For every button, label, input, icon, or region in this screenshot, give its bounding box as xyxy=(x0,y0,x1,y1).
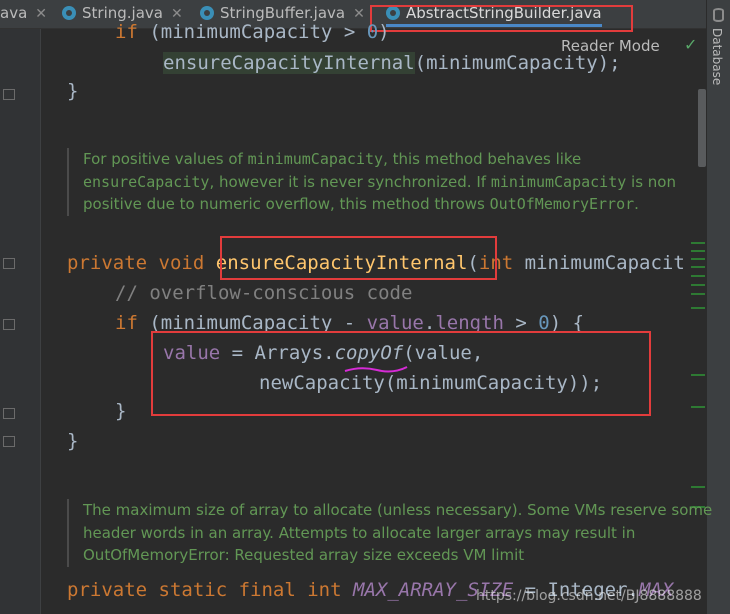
keyword: private xyxy=(67,252,148,274)
code-text: ( xyxy=(467,252,479,274)
code-text: (value, xyxy=(403,342,484,364)
doc-text: , this method behaves like xyxy=(383,150,582,168)
doc-code: ensureCapacity xyxy=(83,172,210,191)
field: value xyxy=(163,342,221,364)
code-line-if-overflow[interactable]: if (minimumCapacity - value.length > 0) … xyxy=(115,308,584,338)
code-line-close-if[interactable]: } xyxy=(115,396,126,426)
keyword: private static final xyxy=(67,579,296,601)
active-tab-underline xyxy=(386,24,602,27)
fold-icon[interactable] xyxy=(3,258,15,269)
code-text: ( xyxy=(137,21,161,43)
stripe-mark[interactable] xyxy=(691,284,705,286)
code-line-if[interactable]: if (minimumCapacity > 0) xyxy=(115,17,390,47)
editor-gutter xyxy=(0,29,41,614)
code-line-call[interactable]: ensureCapacityInternal(minimumCapacity); xyxy=(163,48,621,78)
fold-icon[interactable] xyxy=(3,436,15,447)
doc-code: minimumCapacity xyxy=(490,172,627,191)
keyword: void xyxy=(158,252,205,274)
watermark: https://blog.csdn.net/BJ8888888 xyxy=(476,588,702,604)
field: value xyxy=(366,312,424,334)
method-name: ensureCapacityInternal xyxy=(215,252,468,274)
stripe-mark[interactable] xyxy=(691,486,705,488)
stripe-mark[interactable] xyxy=(691,307,705,309)
database-icon[interactable] xyxy=(713,8,724,22)
keyword: if xyxy=(115,312,138,334)
database-tool-button[interactable]: Database xyxy=(710,28,724,85)
code-text: minimumCapacit xyxy=(513,252,685,274)
fold-icon[interactable] xyxy=(3,89,15,100)
stripe-mark[interactable] xyxy=(691,406,705,408)
class-icon xyxy=(62,6,76,20)
doc-text: . xyxy=(634,195,639,213)
code-line-assign-cont[interactable]: newCapacity(minimumCapacity)); xyxy=(259,368,602,398)
tab-abstractstringbuilder-java[interactable]: AbstractStringBuilder.java xyxy=(386,0,602,28)
code-text: (minimumCapacity - xyxy=(137,312,367,334)
keyword: if xyxy=(115,21,138,43)
code-text: . xyxy=(423,312,436,334)
code-line-signature[interactable]: private void ensureCapacityInternal(int … xyxy=(67,248,685,278)
stripe-mark[interactable] xyxy=(691,250,705,252)
doc-text: , however it is never synchronized. If xyxy=(209,172,491,191)
number-literal: 0 xyxy=(538,312,550,334)
method-call: ensureCapacityInternal xyxy=(163,52,415,74)
javadoc-rendered: The maximum size of array to allocate (u… xyxy=(67,499,713,567)
doc-code: minimumCapacity xyxy=(247,150,384,168)
fold-icon[interactable] xyxy=(3,319,15,330)
stripe-mark[interactable] xyxy=(691,275,705,277)
check-icon[interactable]: ✓ xyxy=(684,35,697,54)
code-text: = Arrays. xyxy=(220,342,335,364)
code-line-close-brace[interactable]: } xyxy=(67,76,78,106)
code-text: > xyxy=(332,21,367,43)
close-icon[interactable]: ✕ xyxy=(35,6,47,22)
field: length xyxy=(435,312,504,334)
code-text: (minimumCapacity); xyxy=(414,52,621,74)
fold-icon[interactable] xyxy=(3,408,15,419)
stripe-mark[interactable] xyxy=(691,374,705,376)
stripe-mark[interactable] xyxy=(691,242,705,244)
keyword: int xyxy=(307,579,342,601)
code-line-comment[interactable]: // overflow-conscious code xyxy=(115,278,412,308)
javadoc-rendered: For positive values of minimumCapacity, … xyxy=(67,148,713,216)
doc-text: For positive values of xyxy=(83,150,248,168)
code-line-close-method[interactable]: } xyxy=(67,426,78,456)
code-line-assign[interactable]: value = Arrays.copyOf(value, xyxy=(163,338,483,368)
code-text: > xyxy=(503,312,539,334)
tab-label: ava xyxy=(0,4,28,22)
stripe-mark[interactable] xyxy=(691,293,705,295)
code-text: minimumCapacity xyxy=(160,21,333,43)
static-method: copyOf xyxy=(334,342,404,364)
tab-label: AbstractStringBuilder.java xyxy=(406,4,602,22)
code-text: ) xyxy=(378,21,390,43)
code-text: ) { xyxy=(549,312,585,334)
keyword: int xyxy=(478,252,514,274)
doc-code: OutOfMemoryError xyxy=(489,195,635,213)
number-literal: 0 xyxy=(366,21,379,43)
stripe-mark[interactable] xyxy=(691,258,705,260)
tab-partial[interactable]: ava ✕ xyxy=(0,0,47,28)
stripe-mark[interactable] xyxy=(691,266,705,268)
